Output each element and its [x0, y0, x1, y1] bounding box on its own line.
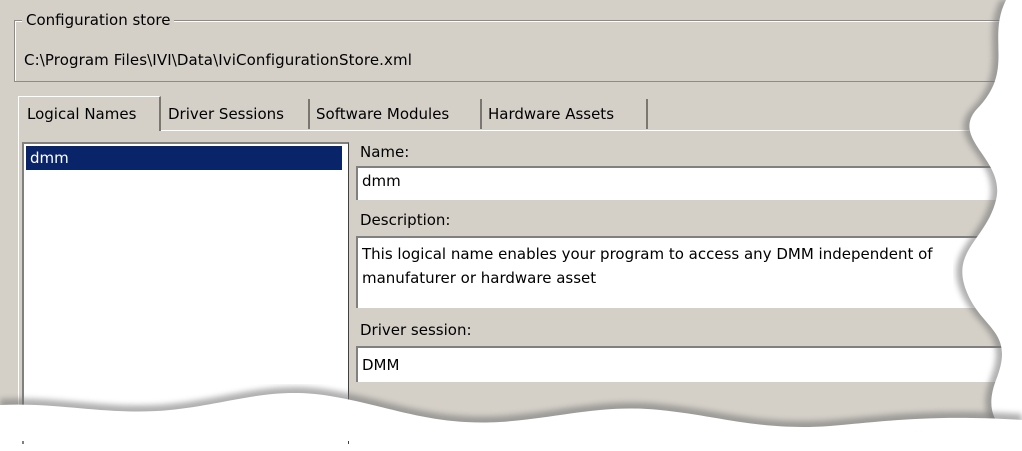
- configuration-store-title: Configuration store: [22, 10, 175, 30]
- tab-software-modules[interactable]: Software Modules: [308, 99, 482, 129]
- name-field[interactable]: dmm: [356, 166, 1022, 200]
- description-label: Description:: [360, 211, 451, 229]
- description-field[interactable]: This logical name enables your program t…: [356, 236, 1002, 308]
- driver-session-field[interactable]: DMM: [356, 346, 1022, 382]
- name-label: Name:: [360, 143, 410, 161]
- tab-driver-sessions[interactable]: Driver Sessions: [160, 99, 310, 129]
- driver-session-label: Driver session:: [360, 321, 472, 339]
- tab-logical-names[interactable]: Logical Names: [18, 96, 161, 131]
- list-item-dmm[interactable]: dmm: [26, 146, 342, 170]
- tab-hardware-assets[interactable]: Hardware Assets: [480, 99, 648, 129]
- ivi-config-dialog: Configuration store C:\Program Files\IVI…: [0, 0, 1022, 451]
- configuration-store-path: C:\Program Files\IVI\Data\IviConfigurati…: [24, 51, 413, 69]
- logical-names-list[interactable]: dmm: [22, 142, 349, 444]
